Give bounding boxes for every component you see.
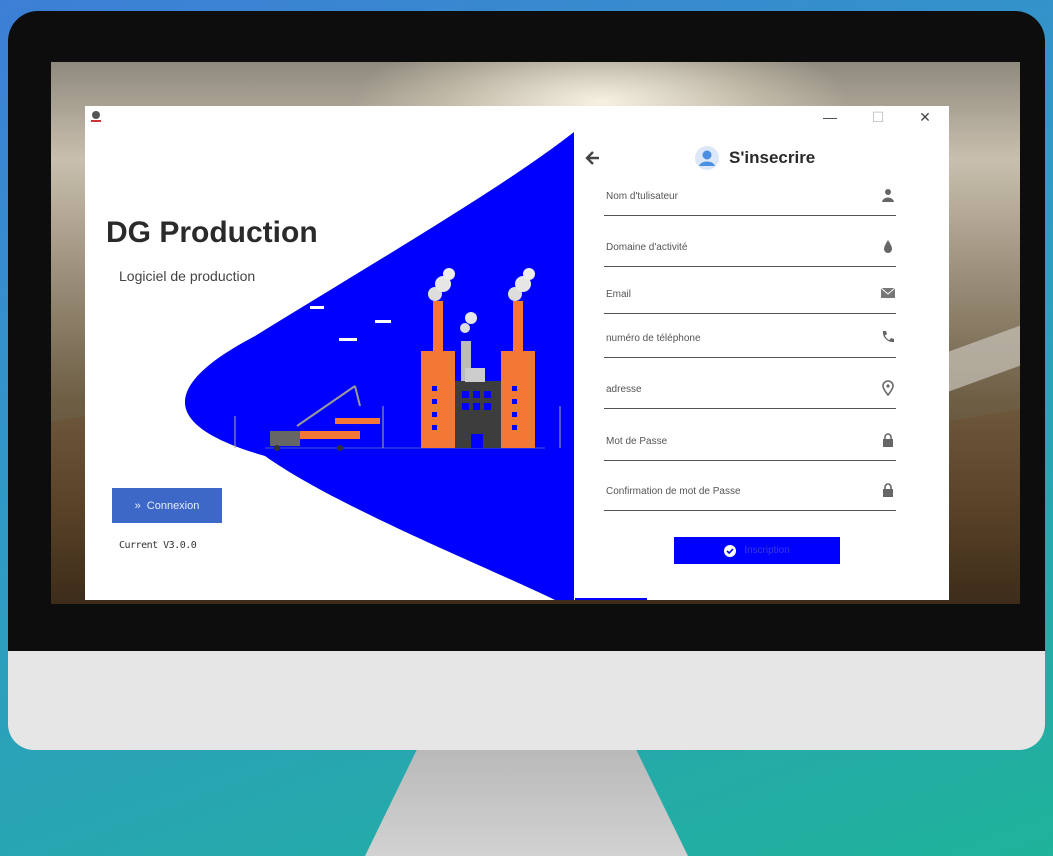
app-window: — ☐ ✕ DG Production Logiciel de producti…	[85, 106, 949, 600]
app-logo-icon	[91, 111, 101, 122]
username-field[interactable]: Nom d'tulisateur	[604, 183, 896, 216]
connexion-label: Connexion	[146, 499, 200, 512]
close-button[interactable]: ✕	[913, 108, 937, 126]
bottom-tab-indicator	[575, 598, 647, 600]
password-field[interactable]: Mot de Passe	[604, 428, 896, 461]
monitor-stand	[365, 750, 688, 856]
inscription-label: Inscription	[744, 545, 790, 556]
inscription-button[interactable]: Inscription	[674, 537, 840, 564]
user-icon	[882, 189, 894, 202]
brand-subtitle: Logiciel de production	[119, 268, 256, 284]
password-placeholder: Mot de Passe	[606, 436, 668, 447]
double-chevron-right-icon: »	[134, 499, 141, 512]
form-title: S'insecrire	[729, 148, 816, 167]
brand-title: DG Production	[106, 216, 318, 249]
confirm-password-field[interactable]: Confirmation de mot de Passe	[604, 478, 896, 511]
phone-field[interactable]: numéro de téléphone	[604, 325, 896, 358]
activity-domain-placeholder: Domaine d'activité	[606, 242, 688, 253]
email-field[interactable]: Email	[604, 281, 896, 314]
phone-icon	[882, 331, 894, 343]
maximize-button[interactable]: ☐	[866, 108, 890, 126]
user-avatar-icon	[695, 146, 719, 170]
phone-placeholder: numéro de téléphone	[606, 333, 701, 344]
connexion-button[interactable]: » Connexion	[112, 488, 222, 523]
map-pin-icon	[882, 380, 894, 396]
check-circle-icon	[724, 544, 737, 557]
minimize-button[interactable]: —	[818, 108, 842, 126]
titlebar: — ☐ ✕	[85, 106, 949, 128]
version-label: Current V3.0.0	[119, 540, 197, 551]
drop-icon	[884, 240, 892, 253]
address-field[interactable]: adresse	[604, 376, 896, 409]
email-placeholder: Email	[606, 289, 632, 300]
envelope-icon	[880, 287, 896, 298]
address-placeholder: adresse	[606, 384, 642, 395]
monitor-chin	[8, 651, 1045, 750]
lock-icon	[883, 483, 893, 497]
back-arrow-icon[interactable]	[583, 148, 603, 168]
form-header: S'insecrire	[695, 146, 815, 170]
username-placeholder: Nom d'tulisateur	[606, 191, 678, 202]
confirm-password-placeholder: Confirmation de mot de Passe	[606, 486, 741, 497]
activity-domain-field[interactable]: Domaine d'activité	[604, 234, 896, 267]
lock-icon	[883, 433, 893, 447]
